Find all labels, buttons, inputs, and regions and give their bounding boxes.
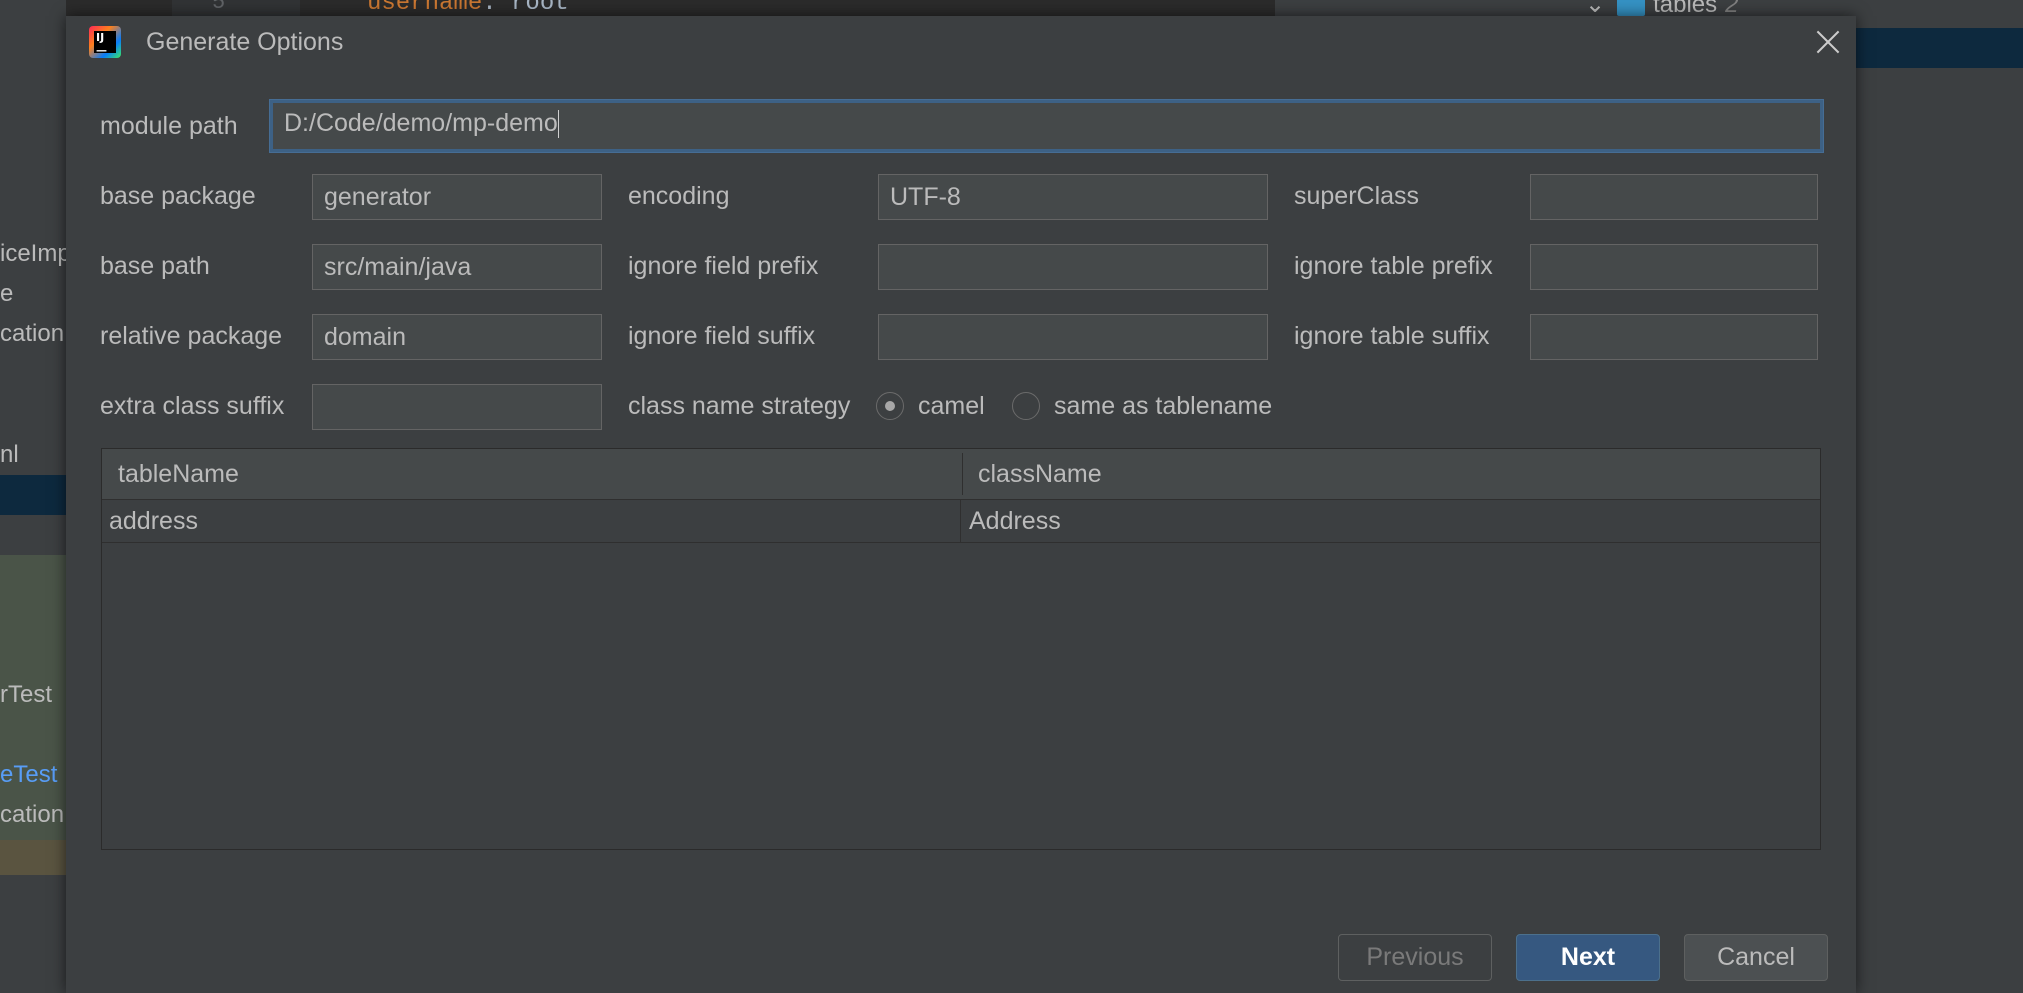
camel-radio[interactable] — [876, 392, 904, 420]
base-path-label: base path — [100, 252, 210, 280]
ignore-table-suffix-input[interactable] — [1530, 314, 1818, 360]
generate-options-dialog: IJ — Generate Options module path D:/Code… — [66, 16, 1856, 993]
cell-tablename: address — [109, 507, 198, 535]
ignore-table-prefix-input[interactable] — [1530, 244, 1818, 290]
code-value: : root — [482, 0, 569, 17]
table-mapping-grid: tableName className address Address — [101, 448, 1821, 850]
intellij-app-icon: IJ — — [89, 26, 121, 58]
extra-class-suffix-input[interactable] — [312, 384, 602, 430]
ignore-field-prefix-label: ignore field prefix — [628, 252, 819, 280]
ignore-field-suffix-input[interactable] — [878, 314, 1268, 360]
tree-highlight-block — [0, 840, 66, 875]
base-package-label: base package — [100, 182, 256, 210]
ignore-table-prefix-label: ignore table prefix — [1294, 252, 1493, 280]
ignore-table-suffix-label: ignore table suffix — [1294, 322, 1490, 350]
editor-gutter — [172, 0, 300, 16]
ignore-field-suffix-label: ignore field suffix — [628, 322, 816, 350]
column-divider — [962, 453, 963, 495]
cell-divider — [960, 500, 961, 542]
base-path-input[interactable]: src/main/java — [312, 244, 602, 290]
next-button[interactable]: Next — [1516, 934, 1660, 981]
module-path-label: module path — [100, 112, 238, 140]
encoding-input[interactable]: UTF-8 — [878, 174, 1268, 220]
encoding-label: encoding — [628, 182, 730, 210]
text-caret — [557, 110, 559, 139]
table-header: tableName className — [102, 449, 1820, 500]
tree-item-fragment[interactable]: nl — [0, 441, 66, 469]
dialog-title-bar[interactable]: IJ — Generate Options — [66, 16, 1856, 76]
previous-button[interactable]: Previous — [1338, 934, 1492, 981]
column-header-tablename[interactable]: tableName — [118, 449, 239, 499]
superclass-label: superClass — [1294, 182, 1420, 210]
class-name-strategy-label: class name strategy — [628, 392, 851, 420]
code-editor: 5 username: root — [172, 0, 1262, 17]
extra-class-suffix-label: extra class suffix — [100, 392, 285, 420]
project-tree-panel: iceImp e cation nl rTest eTest cation — [0, 0, 66, 993]
line-number: 5 — [212, 0, 226, 15]
code-line: username: root — [367, 0, 569, 17]
relative-package-label: relative package — [100, 322, 283, 350]
tree-item-fragment[interactable]: cation — [0, 801, 66, 829]
tree-item-fragment[interactable]: eTest — [0, 761, 66, 789]
same-as-tablename-radio[interactable] — [1012, 392, 1040, 420]
dialog-title: Generate Options — [146, 28, 344, 56]
relative-package-input[interactable]: domain — [312, 314, 602, 360]
module-path-value: D:/Code/demo/mp-demo — [284, 109, 558, 137]
module-path-input[interactable]: D:/Code/demo/mp-demo — [269, 99, 1824, 153]
tree-selection-highlight — [0, 475, 66, 515]
folder-icon — [1617, 0, 1646, 16]
base-package-input[interactable]: generator — [312, 174, 602, 220]
tree-item-fragment[interactable]: iceImp — [0, 240, 66, 268]
column-header-classname[interactable]: className — [978, 449, 1102, 499]
same-as-tablename-radio-label[interactable]: same as tablename — [1054, 392, 1272, 421]
cancel-button[interactable]: Cancel — [1684, 934, 1828, 981]
tree-item-fragment[interactable]: rTest — [0, 681, 66, 709]
editor-minimap — [1275, 0, 1500, 16]
close-icon[interactable] — [1810, 24, 1846, 60]
code-key: username — [367, 0, 483, 17]
superclass-input[interactable] — [1530, 174, 1818, 220]
camel-radio-label[interactable]: camel — [918, 392, 985, 421]
ignore-field-prefix-input[interactable] — [878, 244, 1268, 290]
tree-item-fragment[interactable]: e — [0, 280, 66, 308]
table-row[interactable]: address Address — [102, 500, 1820, 543]
tree-item-fragment[interactable]: cation — [0, 320, 66, 348]
cell-classname[interactable]: Address — [969, 500, 1061, 542]
